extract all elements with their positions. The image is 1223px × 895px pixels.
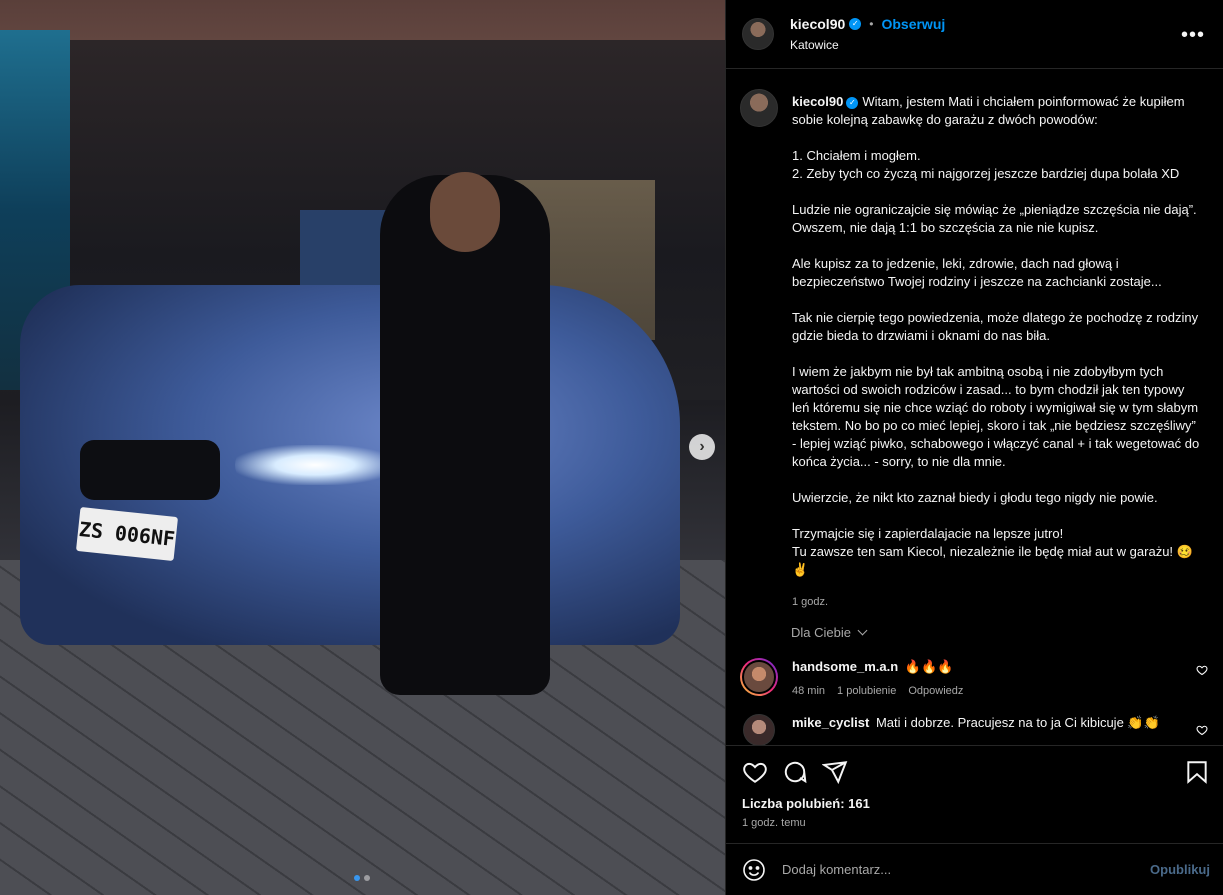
author-username[interactable]: kiecol90 <box>790 16 845 32</box>
author-avatar[interactable] <box>742 18 774 50</box>
publish-button[interactable]: Opublikuj <box>1150 862 1210 877</box>
author-line: kiecol90 ✓ • Obserwuj <box>790 16 945 32</box>
post-location[interactable]: Katowice <box>790 38 945 52</box>
emoji-icon[interactable] <box>742 858 766 882</box>
verified-icon: ✓ <box>849 18 862 30</box>
comments-section[interactable]: kiecol90 ✓ Witam, jestem Mati i chciałem p… <box>726 69 1223 745</box>
comment-likes[interactable]: 1 polubienie <box>837 682 896 700</box>
more-icon[interactable]: ••• <box>1181 24 1205 47</box>
post-photo[interactable]: ZS 006NF › <box>0 0 725 895</box>
share-icon[interactable] <box>822 759 848 785</box>
caption-paragraph: 1. Chciałem i mogłem. 2. Zeby tych co ży… <box>792 147 1202 183</box>
carousel-dots <box>354 875 370 881</box>
comment-heart-icon[interactable] <box>1196 724 1208 736</box>
caption-line: Tu zawsze ten sam Kiecol, niezależnie il… <box>792 544 1193 577</box>
commenter-avatar-image <box>742 660 776 694</box>
comment-input[interactable] <box>782 862 1151 877</box>
comment-heart-icon[interactable] <box>1196 664 1208 676</box>
caption-paragraph: Ludzie nie ograniczajcie się mówiąc że „… <box>792 202 1197 235</box>
comment-body: mike_cyclist Mati i dobrze. Pracujesz na… <box>792 714 1160 745</box>
comment-body: handsome_m.a.n 🔥🔥🔥 48 min 1 polubienie O… <box>792 658 963 700</box>
caption-paragraph: I wiem że jakbym nie był tak ambitną oso… <box>792 364 1200 469</box>
bookmark-icon[interactable] <box>1184 759 1210 785</box>
caption-avatar[interactable] <box>740 89 778 127</box>
commenter-username[interactable]: mike_cyclist <box>792 715 869 730</box>
commenter-avatar[interactable] <box>743 714 775 745</box>
comment-line: mike_cyclist Mati i dobrze. Pracujesz na… <box>792 714 1160 732</box>
comment-icon[interactable] <box>782 759 808 785</box>
caption-paragraph: Uwierzcie, że nikt kto zaznał biedy i gł… <box>792 490 1158 505</box>
caption-paragraph: Trzymajcie się i zapierdalajacie na leps… <box>792 525 1202 579</box>
caption-reason: 2. Zeby tych co życzą mi najgorzej jeszc… <box>792 166 1180 181</box>
action-bar <box>726 746 1223 790</box>
caption-paragraph: Tak nie cierpię tego powiedzenia, może d… <box>792 310 1199 343</box>
comment-item: handsome_m.a.n 🔥🔥🔥 48 min 1 polubienie O… <box>740 658 1208 700</box>
reply-button[interactable]: Odpowiedz <box>908 682 963 700</box>
commenter-username[interactable]: handsome_m.a.n <box>792 659 898 674</box>
photo-headlight <box>235 445 395 485</box>
comment-meta: 48 min 1 polubienie Odpowiedz <box>792 682 963 700</box>
carousel-dot-active <box>354 875 360 881</box>
likes-count[interactable]: Liczba polubień: 161 <box>726 790 1223 811</box>
caption-time[interactable]: 1 godz. <box>792 593 1202 611</box>
caption-body: kiecol90 ✓ Witam, jestem Mati i chciałem p… <box>792 89 1202 611</box>
chevron-down-icon <box>857 625 868 636</box>
for-you-label: Dla Ciebie <box>791 625 851 640</box>
follow-button[interactable]: Obserwuj <box>881 16 945 32</box>
caption-paragraph: kiecol90 ✓ Witam, jestem Mati i chciałem p… <box>792 93 1202 129</box>
heart-icon[interactable] <box>742 759 768 785</box>
carousel-next-button[interactable]: › <box>689 434 715 460</box>
comment-time[interactable]: 48 min <box>792 682 825 700</box>
post-side-panel: kiecol90 ✓ • Obserwuj Katowice ••• kieco… <box>725 0 1223 895</box>
post-actions: Liczba polubień: 161 1 godz. temu Opubli… <box>726 745 1223 895</box>
add-comment-bar: Opublikuj <box>726 843 1223 895</box>
caption-username[interactable]: kiecol90 <box>792 94 843 109</box>
comment-text: Mati i dobrze. Pracujesz na to ja Ci kib… <box>875 715 1160 730</box>
author-info: kiecol90 ✓ • Obserwuj Katowice <box>790 16 945 52</box>
comment-text: 🔥🔥🔥 <box>904 659 954 674</box>
caption-line: Trzymajcie się i zapierdalajacie na leps… <box>792 526 1064 541</box>
post-caption: kiecol90 ✓ Witam, jestem Mati i chciałem p… <box>740 89 1208 611</box>
comment-line: handsome_m.a.n 🔥🔥🔥 <box>792 658 963 676</box>
post-header: kiecol90 ✓ • Obserwuj Katowice ••• <box>726 0 1223 69</box>
caption-reason: 1. Chciałem i mogłem. <box>792 148 921 163</box>
posted-time[interactable]: 1 godz. temu <box>726 811 1223 829</box>
caption-paragraph: Ale kupisz za to jedzenie, leki, zdrowie… <box>792 256 1162 289</box>
photo-car-grille <box>80 440 220 500</box>
photo-person <box>380 175 550 695</box>
photo-person-head <box>430 172 500 252</box>
verified-icon: ✓ <box>846 96 859 109</box>
carousel-dot <box>364 875 370 881</box>
comment-item: mike_cyclist Mati i dobrze. Pracujesz na… <box>740 714 1208 745</box>
for-you-filter[interactable]: Dla Ciebie <box>791 625 1208 640</box>
commenter-avatar[interactable] <box>740 658 778 696</box>
separator-dot: • <box>869 17 874 31</box>
